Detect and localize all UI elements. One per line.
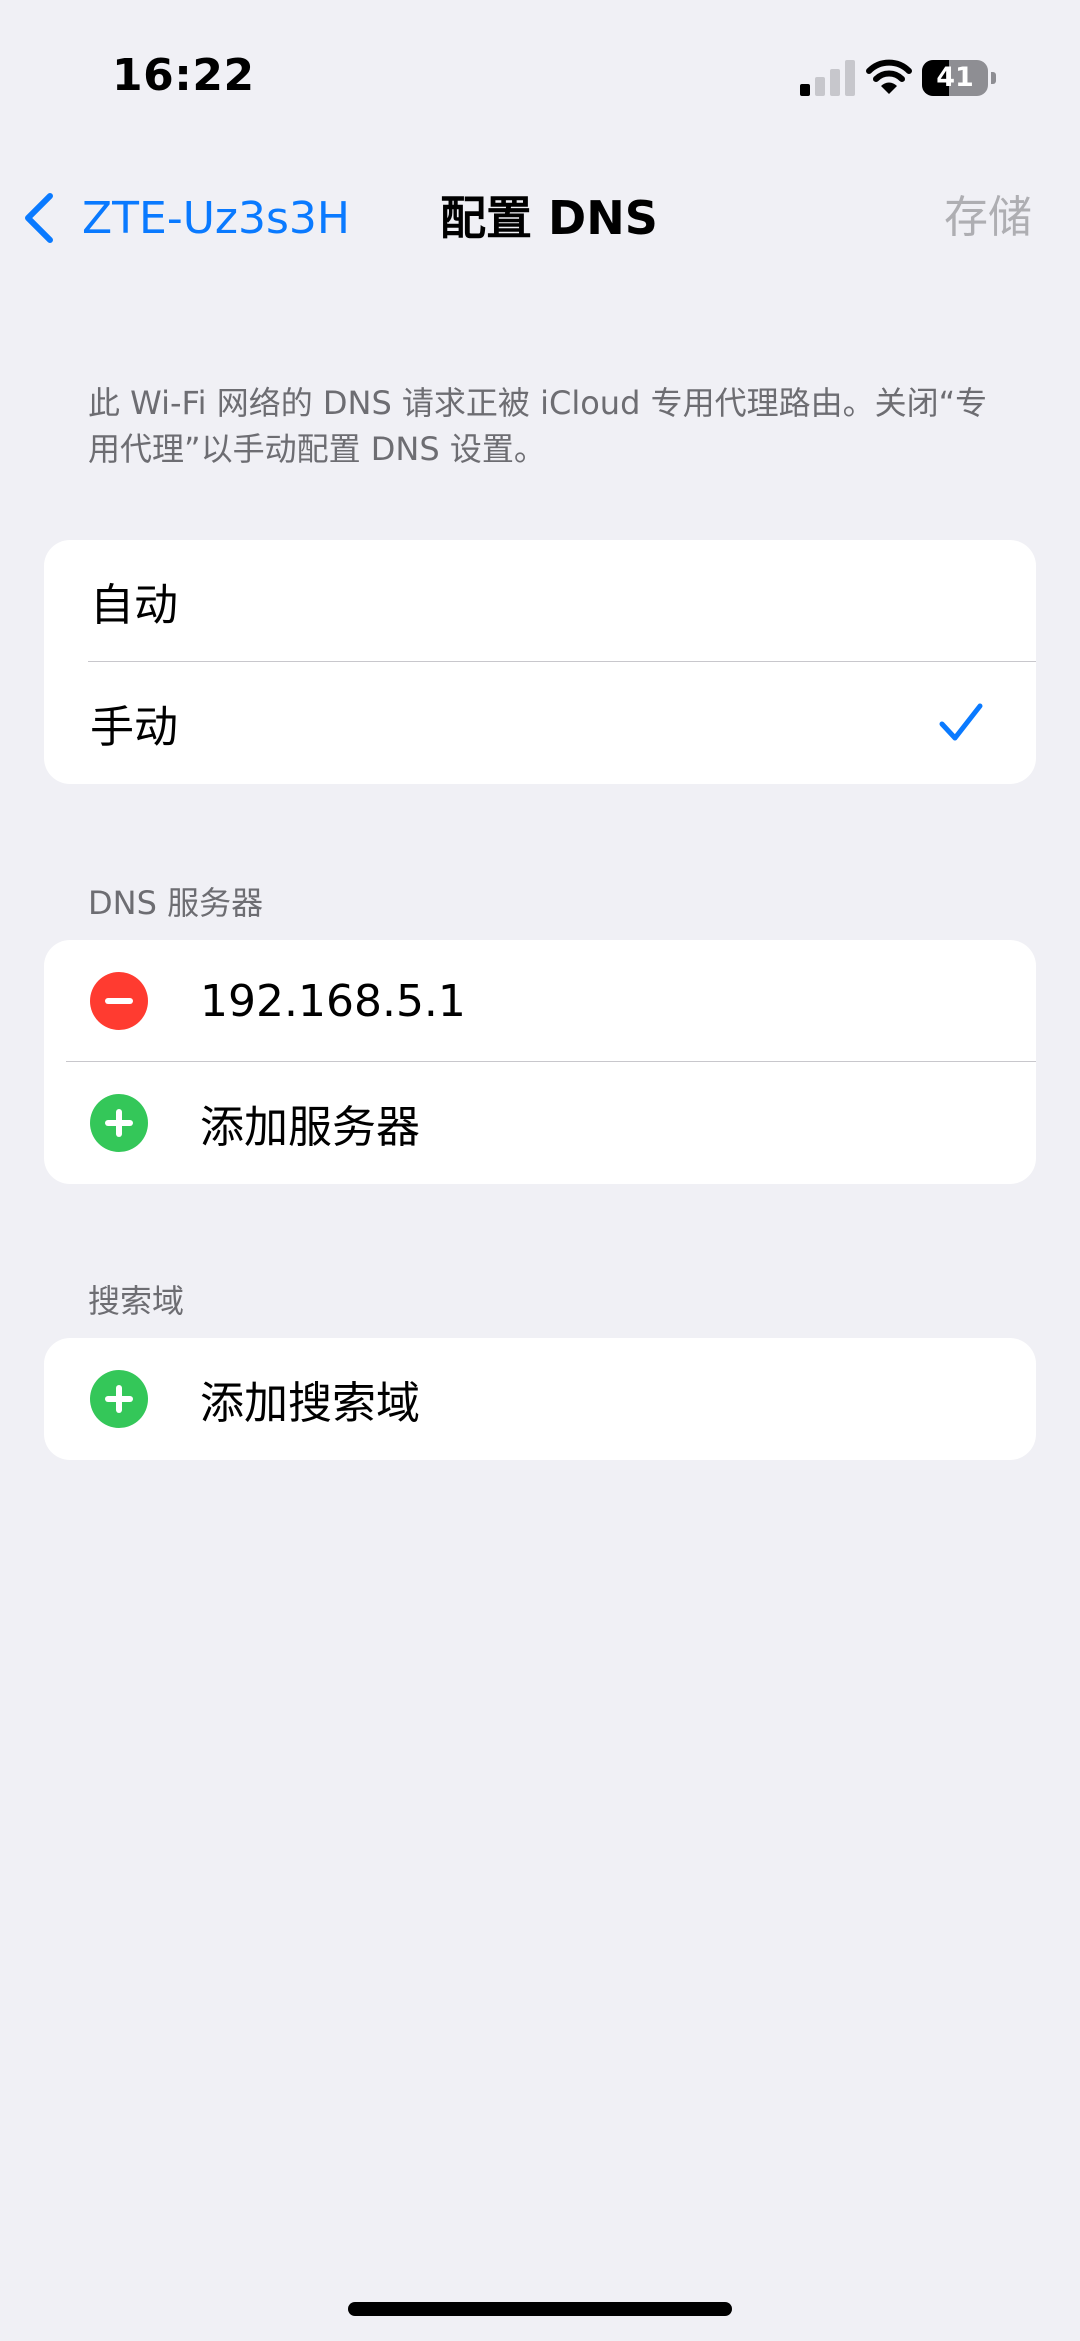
- signal-bar: [815, 77, 825, 96]
- dns-server-address[interactable]: 192.168.5.1: [200, 976, 466, 1027]
- dns-servers-header: DNS 服务器: [88, 884, 264, 922]
- page-title: 配置 DNS: [440, 191, 658, 245]
- chevron-left-icon: [25, 193, 53, 243]
- wifi-icon: [866, 59, 912, 94]
- add-search-domain-label: 添加搜索域: [200, 1378, 420, 1429]
- remove-server-icon[interactable]: [90, 972, 148, 1030]
- status-bar: 16:22 41: [0, 0, 1080, 160]
- dns-server-row[interactable]: 192.168.5.1: [44, 940, 1036, 1062]
- add-server-label: 添加服务器: [200, 1102, 420, 1153]
- search-domains-group: 添加搜索域: [44, 1338, 1036, 1460]
- save-button[interactable]: 存储: [944, 178, 1032, 258]
- status-time: 16:22: [112, 50, 255, 101]
- mode-option-manual[interactable]: 手动: [44, 662, 1036, 784]
- private-relay-notice: 此 Wi-Fi 网络的 DNS 请求正被 iCloud 专用代理路由。关闭“专用…: [88, 384, 988, 468]
- back-button[interactable]: ZTE-Uz3s3H: [20, 178, 350, 258]
- battery-icon: 41: [922, 60, 998, 98]
- cellular-signal-icon: [800, 60, 855, 96]
- navigation-bar: ZTE-Uz3s3H 配置 DNS 存储: [0, 160, 1080, 280]
- checkmark-icon: [939, 703, 983, 741]
- signal-bar: [830, 69, 840, 96]
- add-search-domain-icon[interactable]: [90, 1370, 148, 1428]
- add-search-domain-row[interactable]: 添加搜索域: [44, 1338, 1036, 1460]
- mode-option-label: 自动: [90, 580, 178, 631]
- configure-mode-group: 自动 手动: [44, 540, 1036, 784]
- add-server-icon[interactable]: [90, 1094, 148, 1152]
- search-domains-header: 搜索域: [88, 1282, 185, 1320]
- home-indicator: [348, 2302, 732, 2316]
- battery-level: 41: [936, 62, 974, 93]
- back-button-label: ZTE-Uz3s3H: [82, 192, 350, 244]
- dns-servers-group: 192.168.5.1 添加服务器: [44, 940, 1036, 1184]
- add-server-row[interactable]: 添加服务器: [44, 1062, 1036, 1184]
- signal-bar: [800, 84, 810, 96]
- mode-option-label: 手动: [90, 702, 178, 753]
- signal-bar: [845, 60, 855, 96]
- mode-option-automatic[interactable]: 自动: [44, 540, 1036, 662]
